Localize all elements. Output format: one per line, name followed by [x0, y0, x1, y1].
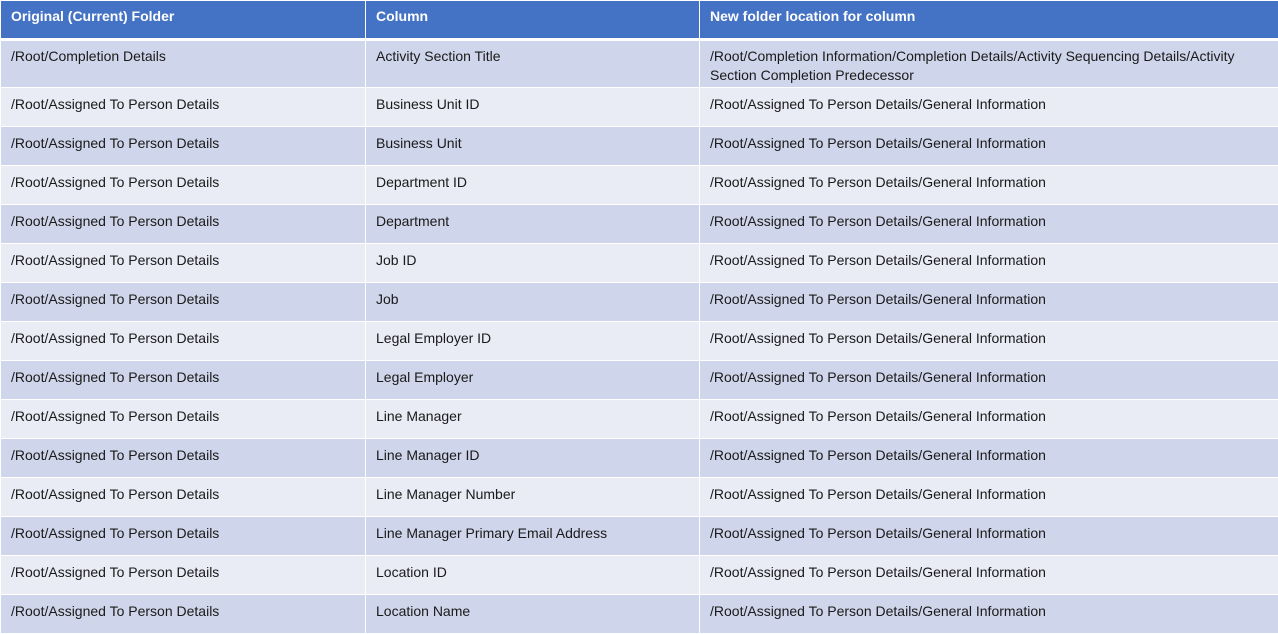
cell-original-folder: /Root/Assigned To Person Details: [1, 322, 366, 361]
cell-column: Location ID: [366, 556, 700, 595]
cell-column: Line Manager Primary Email Address: [366, 517, 700, 556]
cell-original-folder: /Root/Assigned To Person Details: [1, 244, 366, 283]
cell-column: Department ID: [366, 166, 700, 205]
cell-original-folder: /Root/Assigned To Person Details: [1, 400, 366, 439]
header-column: Column: [366, 1, 700, 40]
table-row: /Root/Assigned To Person Details Line Ma…: [1, 400, 1278, 439]
cell-new-folder: /Root/Assigned To Person Details/General…: [700, 400, 1278, 439]
cell-original-folder: /Root/Completion Details: [1, 40, 366, 88]
cell-column: Business Unit ID: [366, 88, 700, 127]
cell-column: Legal Employer: [366, 361, 700, 400]
cell-original-folder: /Root/Assigned To Person Details: [1, 127, 366, 166]
cell-new-folder: /Root/Assigned To Person Details/General…: [700, 127, 1278, 166]
cell-new-folder: /Root/Assigned To Person Details/General…: [700, 556, 1278, 595]
cell-column: Legal Employer ID: [366, 322, 700, 361]
cell-column: Activity Section Title: [366, 40, 700, 88]
table-row: /Root/Assigned To Person Details Legal E…: [1, 322, 1278, 361]
header-row: Original (Current) Folder Column New fol…: [1, 1, 1278, 40]
cell-original-folder: /Root/Assigned To Person Details: [1, 205, 366, 244]
header-new-folder: New folder location for column: [700, 1, 1278, 40]
table-row: /Root/Assigned To Person Details Job ID …: [1, 244, 1278, 283]
cell-original-folder: /Root/Assigned To Person Details: [1, 361, 366, 400]
table-row: /Root/Assigned To Person Details Departm…: [1, 205, 1278, 244]
table-row: /Root/Assigned To Person Details Line Ma…: [1, 517, 1278, 556]
header-original-folder: Original (Current) Folder: [1, 1, 366, 40]
cell-original-folder: /Root/Assigned To Person Details: [1, 478, 366, 517]
folder-mapping-table: Original (Current) Folder Column New fol…: [0, 0, 1278, 634]
cell-column: Job: [366, 283, 700, 322]
cell-original-folder: /Root/Assigned To Person Details: [1, 556, 366, 595]
cell-original-folder: /Root/Assigned To Person Details: [1, 439, 366, 478]
cell-new-folder: /Root/Assigned To Person Details/General…: [700, 595, 1278, 634]
cell-new-folder: /Root/Assigned To Person Details/General…: [700, 322, 1278, 361]
table-row: /Root/Assigned To Person Details Line Ma…: [1, 439, 1278, 478]
cell-new-folder: /Root/Assigned To Person Details/General…: [700, 166, 1278, 205]
cell-new-folder: /Root/Assigned To Person Details/General…: [700, 517, 1278, 556]
table-row: /Root/Assigned To Person Details Locatio…: [1, 556, 1278, 595]
cell-new-folder: /Root/Assigned To Person Details/General…: [700, 88, 1278, 127]
cell-new-folder: /Root/Assigned To Person Details/General…: [700, 439, 1278, 478]
cell-new-folder: /Root/Completion Information/Completion …: [700, 40, 1278, 88]
cell-original-folder: /Root/Assigned To Person Details: [1, 283, 366, 322]
cell-column: Line Manager ID: [366, 439, 700, 478]
table-row: /Root/Assigned To Person Details Job /Ro…: [1, 283, 1278, 322]
cell-original-folder: /Root/Assigned To Person Details: [1, 595, 366, 634]
table-row: /Root/Assigned To Person Details Busines…: [1, 88, 1278, 127]
cell-column: Location Name: [366, 595, 700, 634]
cell-column: Line Manager Number: [366, 478, 700, 517]
cell-column: Business Unit: [366, 127, 700, 166]
table-row: /Root/Assigned To Person Details Locatio…: [1, 595, 1278, 634]
cell-original-folder: /Root/Assigned To Person Details: [1, 88, 366, 127]
table-row: /Root/Assigned To Person Details Line Ma…: [1, 478, 1278, 517]
cell-original-folder: /Root/Assigned To Person Details: [1, 166, 366, 205]
cell-new-folder: /Root/Assigned To Person Details/General…: [700, 478, 1278, 517]
cell-column: Line Manager: [366, 400, 700, 439]
cell-column: Job ID: [366, 244, 700, 283]
cell-new-folder: /Root/Assigned To Person Details/General…: [700, 205, 1278, 244]
cell-new-folder: /Root/Assigned To Person Details/General…: [700, 361, 1278, 400]
cell-new-folder: /Root/Assigned To Person Details/General…: [700, 283, 1278, 322]
table-row: /Root/Completion Details Activity Sectio…: [1, 40, 1278, 88]
table-row: /Root/Assigned To Person Details Legal E…: [1, 361, 1278, 400]
table-row: /Root/Assigned To Person Details Busines…: [1, 127, 1278, 166]
cell-new-folder: /Root/Assigned To Person Details/General…: [700, 244, 1278, 283]
cell-column: Department: [366, 205, 700, 244]
cell-original-folder: /Root/Assigned To Person Details: [1, 517, 366, 556]
table-row: /Root/Assigned To Person Details Departm…: [1, 166, 1278, 205]
